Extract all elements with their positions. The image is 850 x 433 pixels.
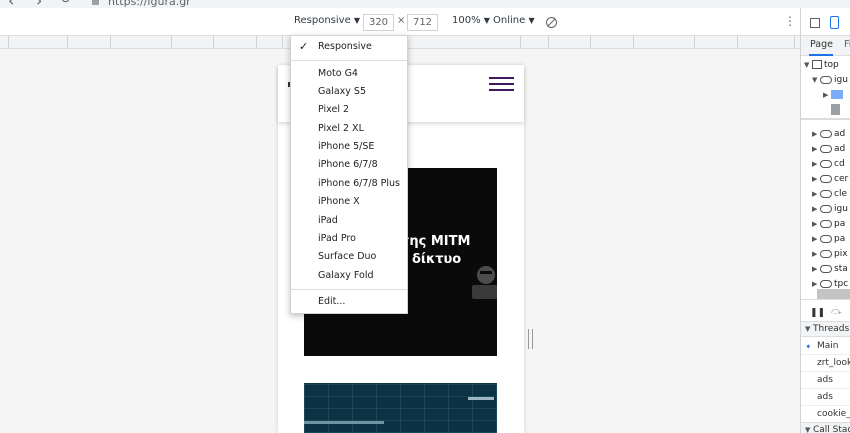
hamburger-menu-icon[interactable] bbox=[489, 77, 514, 92]
laptop-icon bbox=[472, 285, 497, 299]
cloud-icon bbox=[820, 174, 832, 183]
caret-down-icon: ▼ bbox=[483, 16, 490, 25]
frame-icon bbox=[812, 60, 822, 69]
tab-filesystem[interactable]: Fi bbox=[844, 39, 850, 50]
active-tab-indicator bbox=[809, 54, 833, 56]
threads-section-header[interactable]: ▼ Threads bbox=[801, 321, 850, 337]
rotate-icon[interactable] bbox=[546, 17, 557, 28]
tree-item-origin[interactable]: ▶ pix bbox=[812, 247, 850, 262]
menu-item-device[interactable]: iPhone 6/7/8 Plus bbox=[291, 175, 407, 193]
width-input[interactable]: 320 bbox=[363, 14, 394, 31]
menu-item-device[interactable]: Pixel 2 XL bbox=[291, 120, 407, 138]
tree-item-origin[interactable]: ▶ sta bbox=[812, 262, 850, 277]
zoom-label: 100% bbox=[452, 15, 481, 26]
checkmark-icon: ✓ bbox=[299, 40, 309, 53]
thread-item[interactable]: ads bbox=[801, 389, 850, 406]
menu-item-label: Responsive bbox=[318, 41, 372, 52]
height-input[interactable]: 712 bbox=[407, 14, 438, 31]
inspect-element-icon[interactable] bbox=[810, 18, 820, 28]
call-stack-section-header[interactable]: ▼ Call Stac bbox=[801, 422, 850, 433]
device-toolbar: Responsive ▼ 320 × 712 100% ▼ Online ▼ ⋮ bbox=[0, 8, 800, 36]
cloud-icon bbox=[820, 264, 832, 273]
image-text-fragment bbox=[304, 421, 384, 424]
menu-item-device[interactable]: Pixel 2 bbox=[291, 101, 407, 119]
more-options-icon[interactable]: ⋮ bbox=[784, 14, 796, 28]
cloud-icon bbox=[820, 204, 832, 213]
menu-item-device[interactable]: iPhone X bbox=[291, 193, 407, 211]
tree-item-origin[interactable]: ▶ pa bbox=[812, 217, 850, 232]
cloud-icon bbox=[820, 129, 832, 138]
menu-item-device[interactable]: iPad bbox=[291, 212, 407, 230]
lock-icon bbox=[92, 0, 99, 5]
pause-icon[interactable]: ❚❚ bbox=[810, 308, 825, 318]
address-bar-url[interactable]: https://igura.gr bbox=[108, 0, 191, 8]
cloud-icon bbox=[820, 144, 832, 153]
reload-icon[interactable]: ↻ bbox=[60, 0, 71, 7]
menu-item-device[interactable]: iPad Pro bbox=[291, 230, 407, 248]
cloud-icon bbox=[820, 75, 832, 84]
thread-item[interactable]: cookie_p bbox=[801, 406, 850, 423]
file-icon bbox=[831, 104, 840, 115]
tree-item-origin[interactable]: ▶ cle bbox=[812, 187, 850, 202]
device-toggle-icon[interactable] bbox=[830, 16, 839, 29]
menu-item-device[interactable]: iPhone 6/7/8 bbox=[291, 156, 407, 174]
resize-handle[interactable] bbox=[528, 329, 533, 349]
back-arrow-icon[interactable]: ‹ bbox=[8, 0, 14, 8]
device-select-label: Responsive bbox=[294, 15, 351, 26]
cloud-icon bbox=[820, 189, 832, 198]
horizontal-scrollbar[interactable] bbox=[817, 289, 850, 299]
browser-top-bar: ‹ › ↻ https://igura.gr bbox=[0, 0, 850, 8]
device-dropdown-menu: ✓ Responsive Moto G4 Galaxy S5 Pixel 2 P… bbox=[290, 35, 408, 314]
network-label: Online bbox=[493, 15, 526, 26]
zoom-select[interactable]: 100% ▼ bbox=[452, 15, 490, 26]
menu-item-device[interactable]: Galaxy Fold bbox=[291, 267, 407, 285]
tree-item-folder[interactable]: ▶ bbox=[823, 88, 850, 103]
tree-item-origin[interactable]: ▼ igu bbox=[812, 73, 850, 88]
cloud-icon bbox=[820, 279, 832, 288]
menu-item-responsive[interactable]: ✓ Responsive bbox=[291, 38, 407, 56]
menu-item-device[interactable]: iPhone 5/SE bbox=[291, 138, 407, 156]
article-image-card-2[interactable] bbox=[304, 383, 497, 433]
menu-item-device[interactable]: Surface Duo bbox=[291, 248, 407, 266]
thread-item[interactable]: zrt_looku bbox=[801, 355, 850, 372]
tree-item-origin[interactable]: ▶ ad bbox=[812, 142, 850, 157]
current-thread-arrow-icon: ➧ bbox=[805, 342, 812, 351]
device-select[interactable]: Responsive ▼ bbox=[294, 15, 360, 26]
network-throttle-select[interactable]: Online ▼ bbox=[493, 15, 535, 26]
menu-item-edit[interactable]: Edit... bbox=[291, 293, 407, 311]
image-text-fragment bbox=[468, 397, 494, 400]
cloud-icon bbox=[820, 159, 832, 168]
thread-item-main[interactable]: ➧ Main bbox=[801, 338, 850, 355]
tree-item-file[interactable] bbox=[831, 103, 850, 118]
cloud-icon bbox=[820, 219, 832, 228]
devtools-panel: Page Fi ▼top ▼igu ▶ ▶ad ▶ad ▶cd ▶cer ▶cl… bbox=[800, 8, 850, 433]
menu-item-device[interactable]: Galaxy S5 bbox=[291, 83, 407, 101]
tree-item-origin[interactable]: ▶ cd bbox=[812, 157, 850, 172]
caret-down-icon: ▼ bbox=[528, 16, 535, 25]
menu-item-device[interactable]: Moto G4 bbox=[291, 65, 407, 83]
tree-item-origin[interactable]: ▶ pa bbox=[812, 232, 850, 247]
folder-icon bbox=[831, 90, 843, 99]
dimension-separator: × bbox=[397, 15, 406, 26]
tab-page[interactable]: Page bbox=[810, 39, 833, 50]
tree-item-top[interactable]: ▼ top bbox=[804, 58, 850, 73]
step-over-icon[interactable]: ⤼ bbox=[831, 306, 842, 317]
cloud-icon bbox=[820, 249, 832, 258]
tree-item-origin[interactable]: ▶ igu bbox=[812, 202, 850, 217]
caret-down-icon: ▼ bbox=[353, 16, 361, 25]
cloud-icon bbox=[820, 234, 832, 243]
forward-arrow-icon[interactable]: › bbox=[36, 0, 42, 8]
tree-item-origin[interactable]: ▶ cer bbox=[812, 172, 850, 187]
card-title-line2: δίκτυο bbox=[412, 252, 462, 267]
thread-item[interactable]: ads bbox=[801, 372, 850, 389]
hacker-icon bbox=[477, 266, 495, 284]
tree-item-origin[interactable]: ▶ ad bbox=[812, 127, 850, 142]
